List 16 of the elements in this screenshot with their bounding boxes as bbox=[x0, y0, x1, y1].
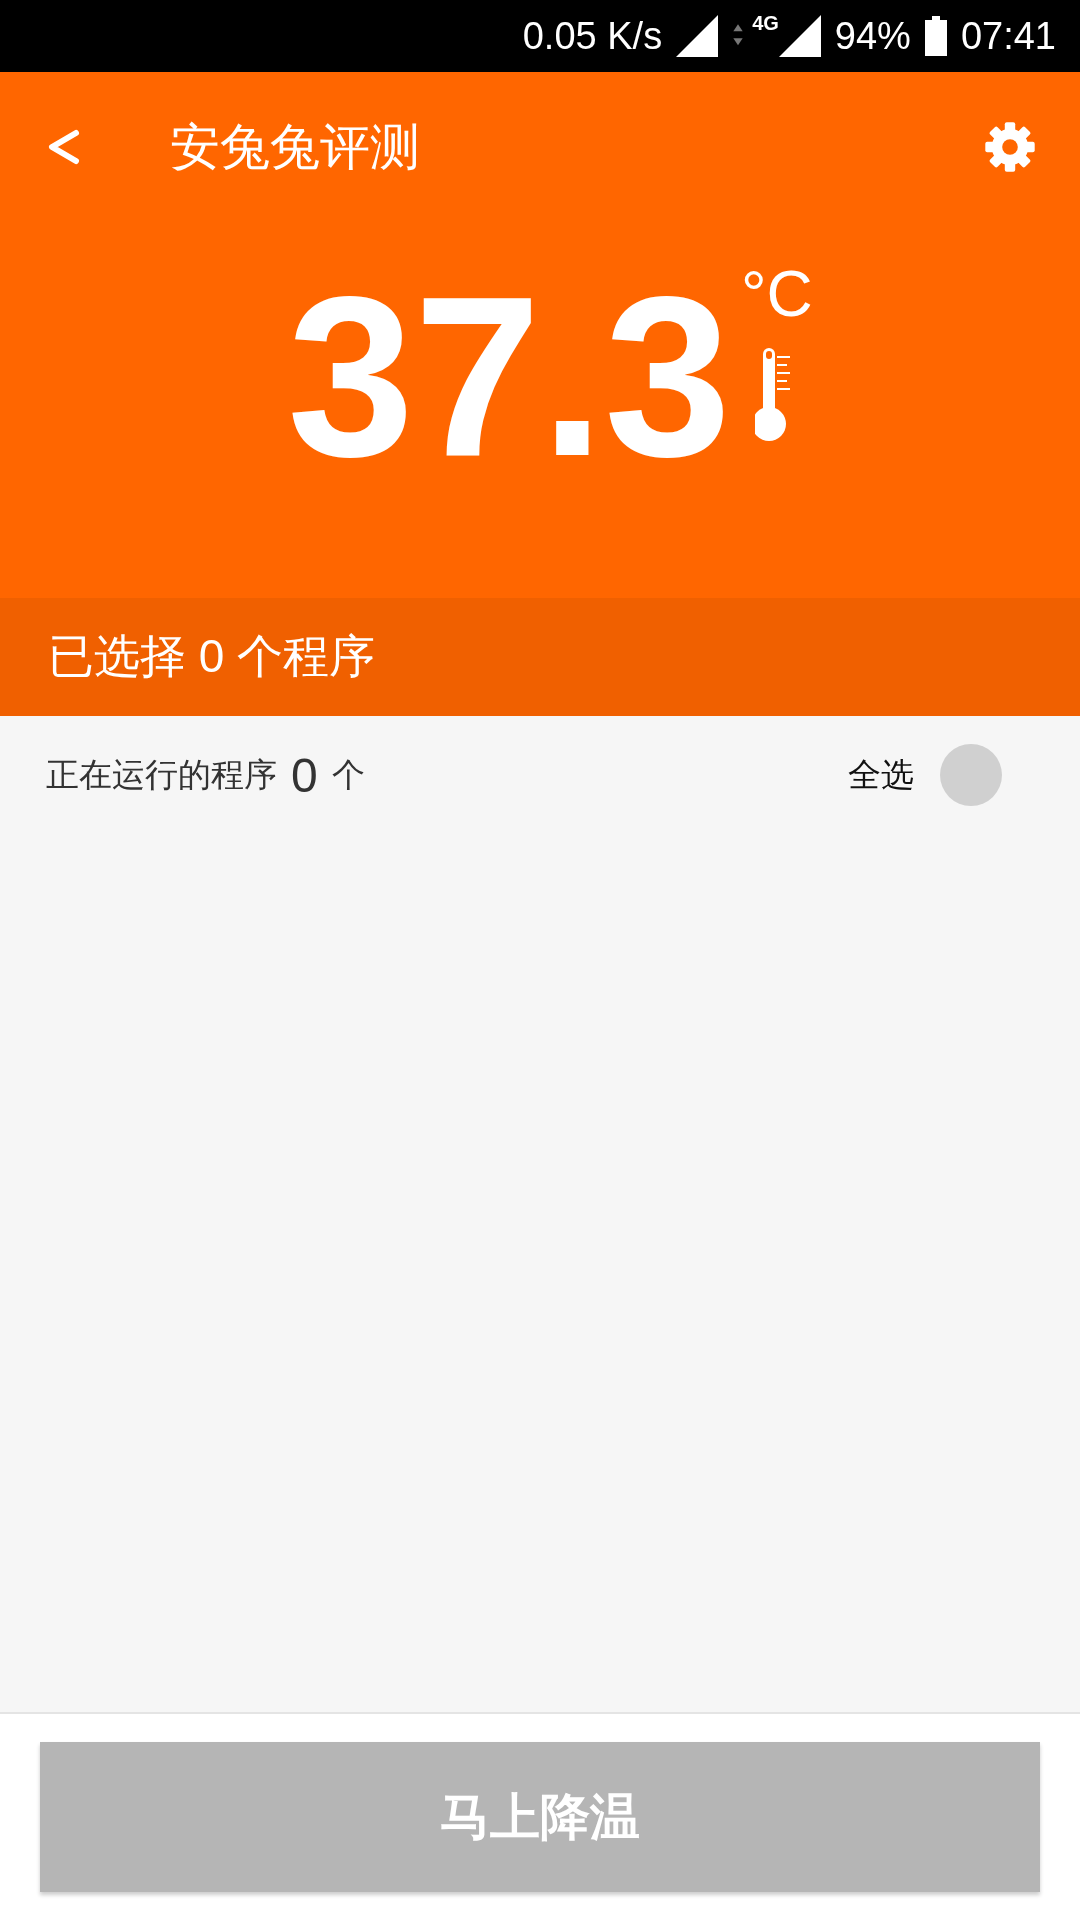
settings-icon[interactable] bbox=[984, 121, 1036, 173]
battery-icon bbox=[924, 16, 947, 56]
temperature-unit: °C bbox=[740, 262, 813, 326]
select-all-label: 全选 bbox=[848, 754, 914, 795]
network-type: 4G bbox=[752, 12, 779, 35]
clock: 07:41 bbox=[960, 14, 1056, 58]
selected-count-text: 已选择 0 个程序 bbox=[48, 629, 376, 684]
temperature-value: 37.3 bbox=[287, 262, 731, 490]
battery-percent: 94% bbox=[834, 14, 911, 58]
signal-icon bbox=[778, 15, 821, 57]
signal-icon bbox=[676, 15, 719, 57]
running-label: 正在运行的程序 bbox=[46, 754, 277, 795]
running-unit: 个 bbox=[331, 754, 365, 795]
network-speed: 0.05 K/s bbox=[522, 14, 663, 58]
running-count: 0 bbox=[291, 747, 318, 803]
app-title: 安兔兔评测 bbox=[170, 117, 421, 177]
